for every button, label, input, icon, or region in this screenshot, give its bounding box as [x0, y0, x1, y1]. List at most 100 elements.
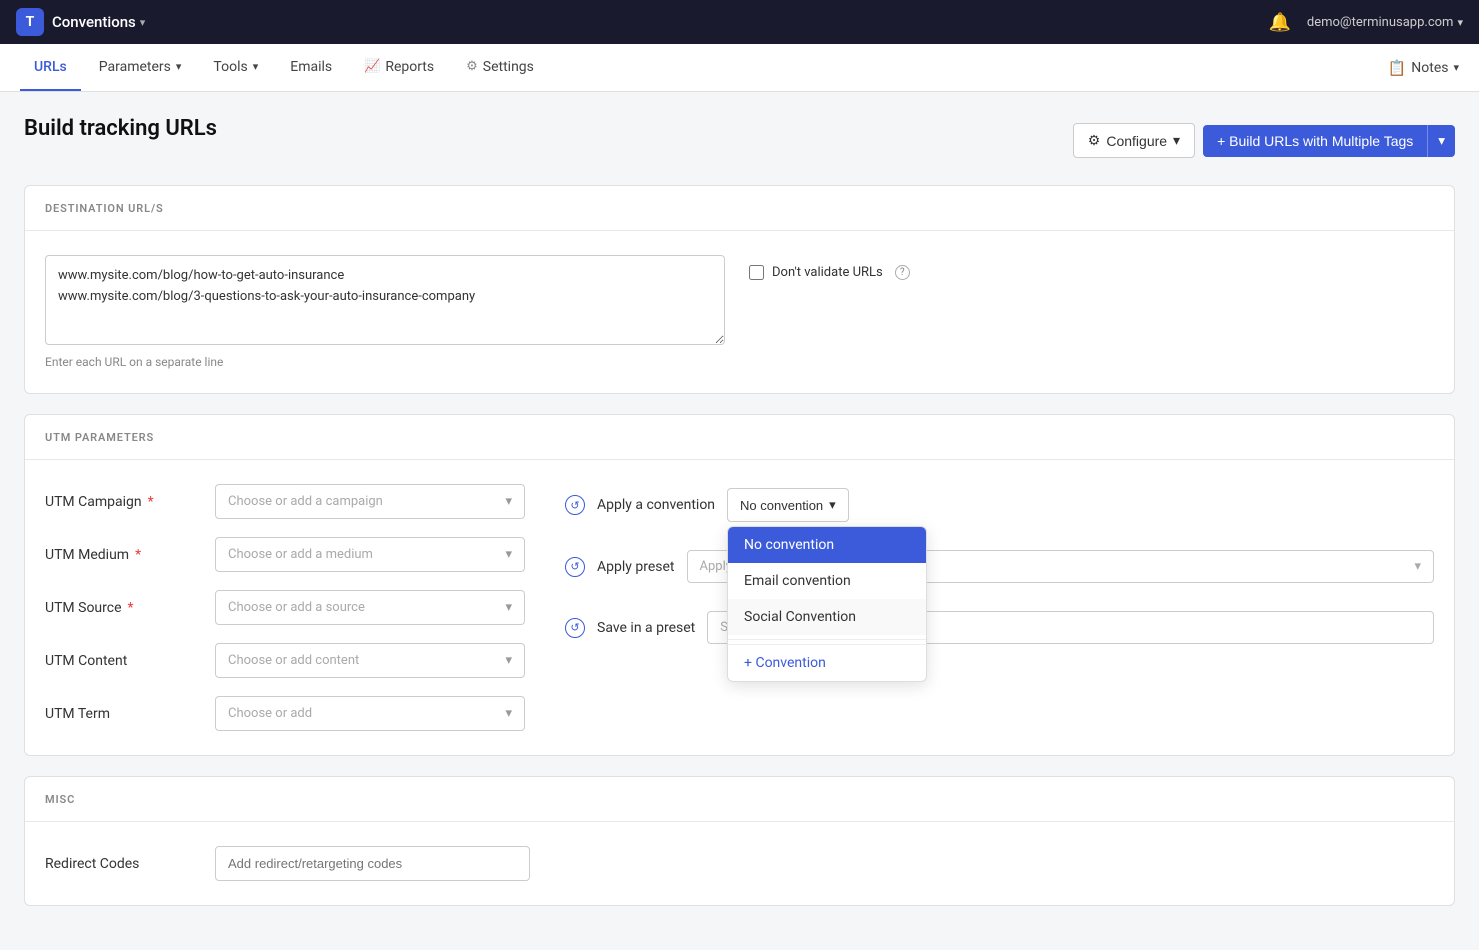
utm-content-row: UTM Content Choose or add content ▾: [45, 643, 525, 678]
apply-preset-row: ↺ Apply preset Apply preset... ▾: [565, 550, 1434, 583]
save-preset-label: Save in a preset: [597, 620, 695, 636]
destination-row: www.mysite.com/blog/how-to-get-auto-insu…: [45, 255, 1434, 369]
topbar: T Conventions ▾ 🔔 demo@terminusapp.com ▾: [0, 0, 1479, 44]
utm-medium-label: UTM Medium *: [45, 547, 215, 563]
misc-section-body: Redirect Codes: [25, 822, 1454, 905]
redirect-codes-row: Redirect Codes: [45, 846, 1434, 881]
utm-source-row: UTM Source * Choose or add a source ▾: [45, 590, 525, 625]
utm-medium-select[interactable]: Choose or add a medium ▾: [215, 537, 525, 572]
convention-chevron-icon: ▾: [829, 497, 836, 513]
convention-option-no-convention[interactable]: No convention: [728, 527, 926, 563]
utm-section-header: UTM PARAMETERS: [25, 415, 1454, 460]
nav-item-emails[interactable]: Emails: [276, 44, 346, 91]
destination-section-header: DESTINATION URL/S: [25, 186, 1454, 231]
convention-select-button[interactable]: No convention ▾: [727, 488, 849, 522]
apply-convention-label: Apply a convention: [597, 497, 715, 513]
build-urls-dropdown-button[interactable]: ▾: [1427, 125, 1455, 157]
page-title: Build tracking URLs: [24, 116, 217, 141]
convention-selector-wrapper: No convention ▾ No convention Email conv…: [727, 488, 849, 522]
configure-gear-icon: ⚙: [1088, 132, 1101, 149]
utm-term-chevron-icon: ▾: [505, 706, 512, 721]
utm-section-label: UTM PARAMETERS: [45, 431, 154, 444]
dont-validate-checkbox[interactable]: [749, 265, 764, 280]
destination-side: Don't validate URLs ?: [749, 255, 910, 280]
convention-option-social[interactable]: Social Convention: [728, 599, 926, 635]
app-logo[interactable]: T: [16, 8, 44, 36]
utm-section: UTM PARAMETERS UTM Campaign * Choose or …: [24, 414, 1455, 756]
apply-preset-label: Apply preset: [597, 559, 675, 575]
utm-params-col: UTM Campaign * Choose or add a campaign …: [45, 484, 525, 731]
parameters-chevron-icon: ▾: [176, 60, 182, 73]
settings-gear-icon: ⚙: [466, 59, 478, 74]
nav-items: URLs Parameters ▾ Tools ▾ Emails 📈 Repor…: [20, 44, 548, 91]
tools-chevron-icon: ▾: [253, 60, 259, 73]
utm-section-body: UTM Campaign * Choose or add a campaign …: [25, 460, 1454, 755]
url-hint: Enter each URL on a separate line: [45, 355, 725, 369]
utm-source-select[interactable]: Choose or add a source ▾: [215, 590, 525, 625]
app-name[interactable]: Conventions ▾: [52, 13, 145, 31]
redirect-codes-label: Redirect Codes: [45, 856, 215, 872]
destination-main: www.mysite.com/blog/how-to-get-auto-insu…: [45, 255, 725, 369]
utm-content-chevron-icon: ▾: [505, 653, 512, 668]
nav-item-reports[interactable]: 📈 Reports: [350, 44, 448, 91]
utm-term-row: UTM Term Choose or add ▾: [45, 696, 525, 731]
destination-section-body: www.mysite.com/blog/how-to-get-auto-insu…: [25, 231, 1454, 393]
user-menu[interactable]: demo@terminusapp.com ▾: [1307, 15, 1463, 30]
redirect-codes-input[interactable]: [215, 846, 530, 881]
save-preset-row: ↺ Save in a preset Save UTM tags as pres…: [565, 611, 1434, 644]
convention-option-email[interactable]: Email convention: [728, 563, 926, 599]
misc-section-header: MISC: [25, 777, 1454, 822]
preset-chevron-icon: ▾: [1414, 559, 1421, 574]
destination-section-label: DESTINATION URL/S: [45, 202, 164, 215]
build-urls-button[interactable]: + Build URLs with Multiple Tags: [1203, 125, 1427, 157]
configure-chevron-icon: ▾: [1173, 132, 1180, 149]
build-button-group: + Build URLs with Multiple Tags ▾: [1203, 125, 1455, 157]
nav-right: 📋 Notes ▾: [1388, 59, 1459, 77]
destination-section: DESTINATION URL/S www.mysite.com/blog/ho…: [24, 185, 1455, 394]
convention-col: ↺ Apply a convention No convention ▾ No …: [565, 484, 1434, 731]
utm-medium-row: UTM Medium * Choose or add a medium ▾: [45, 537, 525, 572]
utm-campaign-required: *: [148, 494, 154, 510]
notes-book-icon: 📋: [1388, 59, 1407, 77]
convention-dropdown-menu: No convention Email convention Social Co…: [727, 526, 927, 682]
utm-source-required: *: [128, 600, 134, 616]
main-nav: URLs Parameters ▾ Tools ▾ Emails 📈 Repor…: [0, 44, 1479, 92]
utm-campaign-chevron-icon: ▾: [505, 494, 512, 509]
utm-medium-required: *: [135, 547, 141, 563]
topbar-right: 🔔 demo@terminusapp.com ▾: [1268, 12, 1463, 33]
utm-source-label: UTM Source *: [45, 600, 215, 616]
reports-chart-icon: 📈: [364, 59, 380, 74]
utm-content-label: UTM Content: [45, 653, 215, 669]
main-content: Build tracking URLs ⚙ Configure ▾ + Buil…: [0, 92, 1479, 950]
url-textarea[interactable]: www.mysite.com/blog/how-to-get-auto-insu…: [45, 255, 725, 345]
nav-item-tools[interactable]: Tools ▾: [199, 44, 272, 91]
utm-convention-layout: UTM Campaign * Choose or add a campaign …: [45, 484, 1434, 731]
utm-source-chevron-icon: ▾: [505, 600, 512, 615]
apply-convention-row: ↺ Apply a convention No convention ▾ No …: [565, 488, 1434, 522]
validate-info-icon[interactable]: ?: [895, 265, 910, 280]
topbar-left: T Conventions ▾: [16, 8, 145, 36]
misc-section-label: MISC: [45, 793, 75, 806]
nav-item-urls[interactable]: URLs: [20, 44, 81, 91]
save-preset-icon[interactable]: ↺: [565, 618, 585, 638]
convention-dropdown-divider: [728, 639, 926, 640]
utm-term-select[interactable]: Choose or add ▾: [215, 696, 525, 731]
nav-item-settings[interactable]: ⚙ Settings: [452, 44, 548, 91]
misc-section: MISC Redirect Codes: [24, 776, 1455, 906]
notes-button[interactable]: 📋 Notes ▾: [1388, 59, 1459, 77]
validate-label: Don't validate URLs: [772, 265, 883, 280]
build-chevron-icon: ▾: [1438, 133, 1445, 149]
nav-item-parameters[interactable]: Parameters ▾: [85, 44, 196, 91]
utm-content-select[interactable]: Choose or add content ▾: [215, 643, 525, 678]
convention-add-new[interactable]: + Convention: [728, 644, 926, 681]
notification-bell-icon[interactable]: 🔔: [1268, 12, 1290, 33]
configure-button[interactable]: ⚙ Configure ▾: [1073, 123, 1195, 158]
utm-term-label: UTM Term: [45, 706, 215, 722]
validate-row: Don't validate URLs ?: [749, 265, 910, 280]
utm-campaign-row: UTM Campaign * Choose or add a campaign …: [45, 484, 525, 519]
apply-preset-icon[interactable]: ↺: [565, 557, 585, 577]
apply-convention-icon[interactable]: ↺: [565, 495, 585, 515]
utm-campaign-select[interactable]: Choose or add a campaign ▾: [215, 484, 525, 519]
utm-medium-chevron-icon: ▾: [505, 547, 512, 562]
utm-campaign-label: UTM Campaign *: [45, 494, 215, 510]
